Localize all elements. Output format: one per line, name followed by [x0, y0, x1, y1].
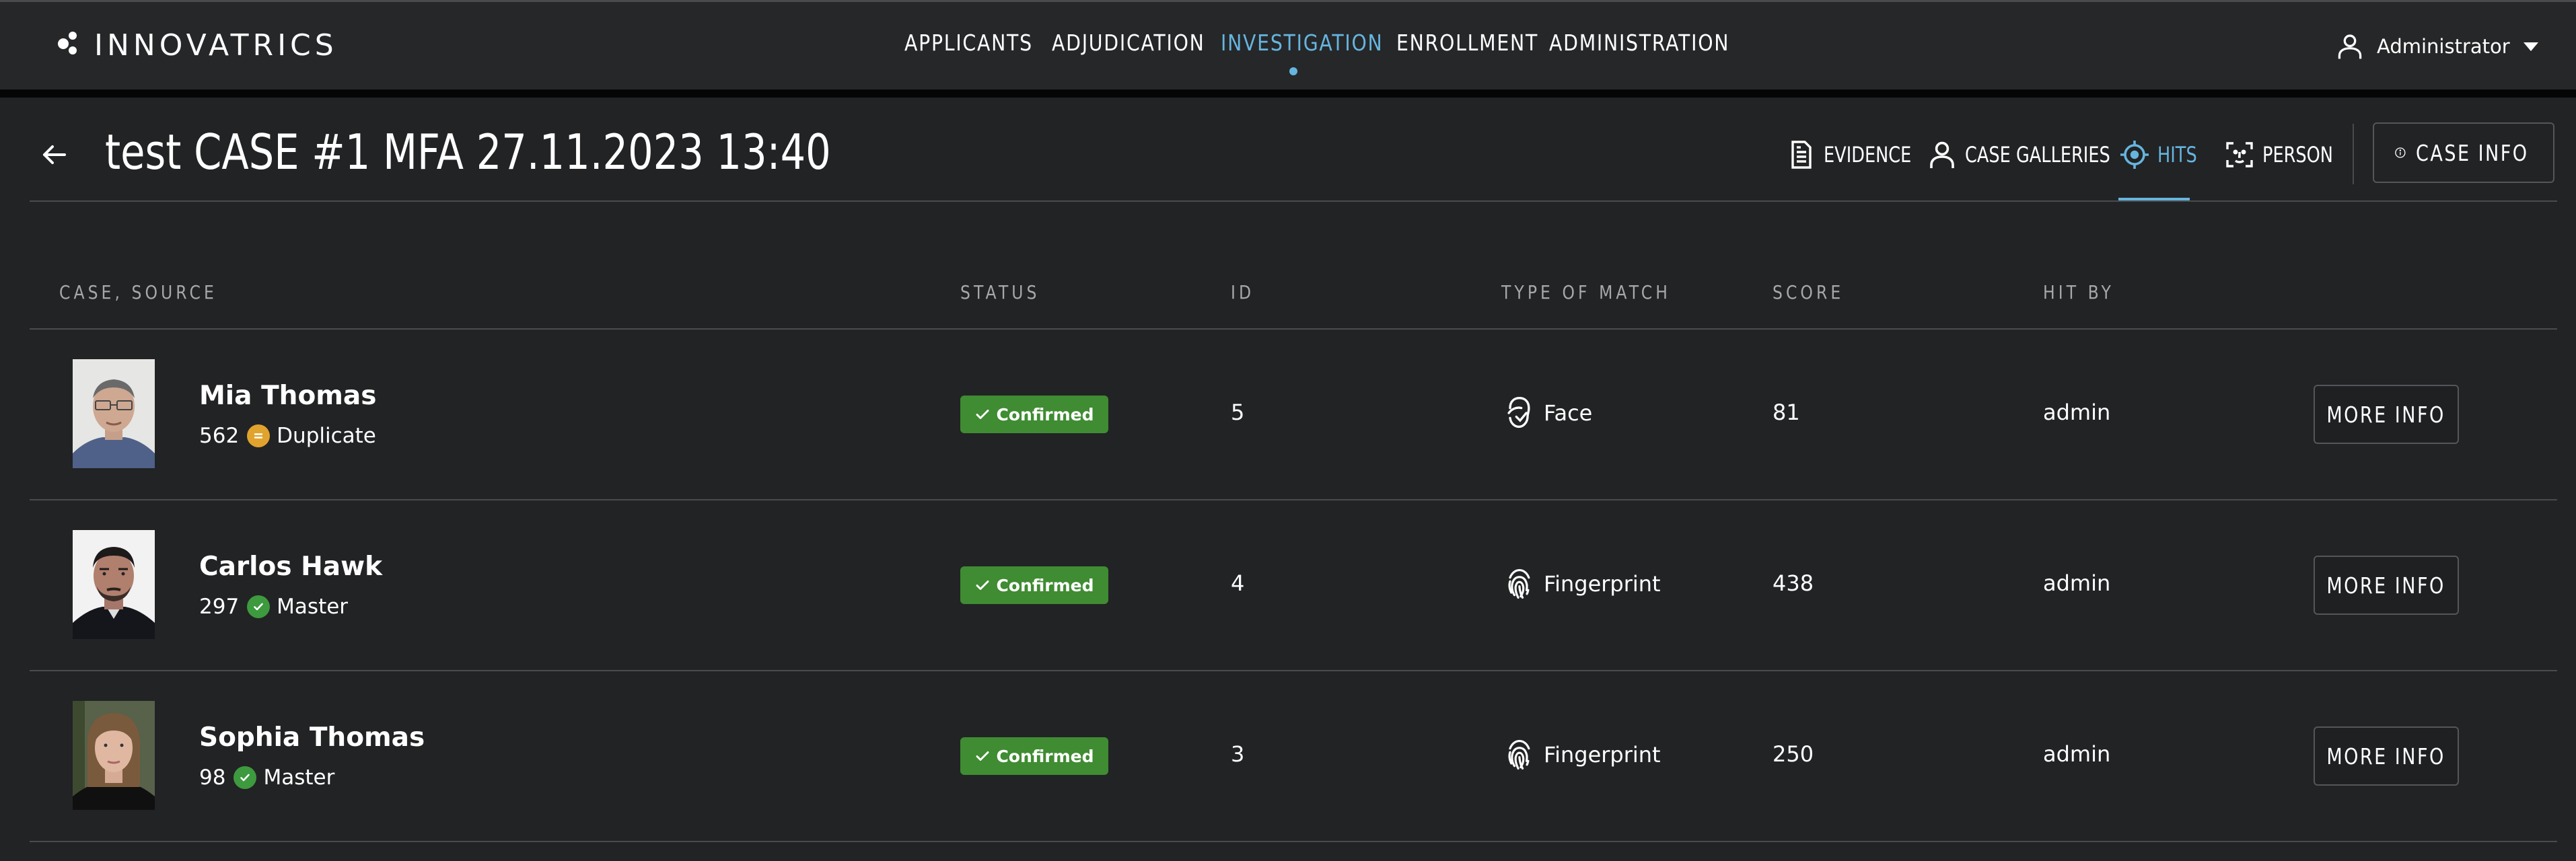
status-badge: Confirmed: [960, 396, 1108, 433]
tab-hits[interactable]: HITS: [2118, 135, 2207, 175]
tab-case-galleries[interactable]: CASE GALLERIES: [1926, 135, 2147, 175]
source-status: Duplicate: [277, 424, 376, 448]
more-info-button[interactable]: MORE INFO: [2314, 726, 2459, 786]
hit-id: 3: [1231, 741, 1245, 767]
source-info: 98 Master: [199, 765, 334, 790]
tab-person-label: PERSON: [2262, 142, 2333, 167]
case-info-label: CASE INFO: [2415, 139, 2529, 166]
status-badge-label: Confirmed: [996, 575, 1094, 595]
hit-by: admin: [2043, 570, 2111, 596]
column-header-hit-by[interactable]: HIT BY: [2043, 281, 2114, 303]
header-divider: [30, 200, 2557, 202]
hit-by: admin: [2043, 400, 2111, 425]
row-divider: [30, 841, 2557, 842]
top-bar-shadow: [0, 89, 2576, 98]
match-type-label: Fingerprint: [1544, 571, 1661, 597]
source-info: 562 Duplicate: [199, 424, 376, 448]
source-id: 297: [199, 595, 240, 619]
face-scan-icon: [2226, 142, 2253, 167]
hit-by: admin: [2043, 741, 2111, 767]
column-header-case-source[interactable]: CASE, SOURCE: [59, 281, 217, 303]
avatar: [73, 530, 155, 639]
match-type-label: Fingerprint: [1544, 742, 1661, 768]
more-info-label: MORE INFO: [2326, 743, 2446, 770]
person-name[interactable]: Carlos Hawk: [199, 552, 382, 582]
crosshair-icon: [2120, 141, 2149, 169]
hit-id: 5: [1231, 400, 1245, 425]
nav-item-administration[interactable]: ADMINISTRATION: [1549, 30, 1729, 56]
tab-case-galleries-label: CASE GALLERIES: [1965, 142, 2110, 167]
hit-score: 438: [1773, 570, 1814, 596]
user-menu[interactable]: Administrator: [2335, 30, 2538, 63]
table-row: Mia Thomas 562 Duplicate Confirmed 5 Fac…: [30, 330, 2557, 499]
column-header-score[interactable]: SCORE: [1773, 281, 1844, 303]
face-icon: [1507, 397, 1530, 428]
tab-evidence[interactable]: EVIDENCE: [1785, 135, 1933, 175]
nav-item-adjudication[interactable]: ADJUDICATION: [1052, 30, 1205, 56]
column-header-status[interactable]: STATUS: [960, 281, 1040, 303]
master-check-icon: [234, 766, 257, 789]
status-badge-label: Confirmed: [996, 746, 1094, 766]
status-badge: Confirmed: [960, 737, 1108, 775]
source-status: Master: [277, 595, 349, 619]
source-id: 562: [199, 424, 240, 448]
person-icon: [1930, 141, 1954, 168]
column-header-type-of-match[interactable]: TYPE OF MATCH: [1501, 281, 1671, 303]
fingerprint-icon: [1508, 739, 1530, 770]
match-type-label: Face: [1544, 400, 1593, 426]
table-row: Sophia Thomas 98 Master Confirmed 3 Fing…: [30, 671, 2557, 841]
document-icon: [1791, 141, 1812, 169]
master-check-icon: [247, 595, 271, 618]
person-name[interactable]: Mia Thomas: [199, 381, 376, 411]
user-icon: [2338, 34, 2362, 59]
status-badge-label: Confirmed: [996, 404, 1094, 424]
hit-score: 81: [1773, 400, 1800, 425]
page-title: test CASE #1 MFA 27.11.2023 13:40: [105, 124, 831, 180]
check-icon: [976, 410, 989, 419]
person-name[interactable]: Sophia Thomas: [199, 722, 425, 753]
tab-evidence-label: EVIDENCE: [1824, 142, 1912, 167]
table-row: Carlos Hawk 297 Master Confirmed 4 Finge…: [30, 500, 2557, 670]
check-icon: [976, 751, 989, 761]
match-type: Face: [1503, 396, 1592, 430]
case-info-button[interactable]: CASE INFO: [2373, 122, 2554, 183]
chevron-down-icon: [2523, 42, 2538, 51]
hit-score: 250: [1773, 741, 1814, 767]
check-icon: [976, 581, 989, 590]
match-type: Fingerprint: [1503, 737, 1661, 772]
more-info-button[interactable]: MORE INFO: [2314, 385, 2459, 444]
avatar: [73, 359, 155, 468]
active-nav-indicator: [1289, 67, 1297, 75]
main-navigation: APPLICANTS ADJUDICATION INVESTIGATION EN…: [0, 30, 2576, 63]
more-info-label: MORE INFO: [2326, 401, 2446, 428]
hit-id: 4: [1231, 570, 1245, 596]
nav-item-investigation[interactable]: INVESTIGATION: [1221, 30, 1384, 56]
back-arrow-icon[interactable]: [38, 139, 70, 171]
tab-person[interactable]: PERSON: [2223, 135, 2351, 175]
source-id: 98: [199, 765, 226, 790]
duplicate-status-icon: [247, 424, 271, 447]
nav-item-applicants[interactable]: APPLICANTS: [904, 30, 1033, 56]
fingerprint-icon: [1508, 568, 1530, 599]
avatar: [73, 701, 155, 810]
more-info-button[interactable]: MORE INFO: [2314, 556, 2459, 615]
info-icon: [2395, 147, 2406, 158]
source-info: 297 Master: [199, 595, 348, 619]
match-type: Fingerprint: [1503, 566, 1661, 601]
more-info-label: MORE INFO: [2326, 572, 2446, 599]
header-separator: [2353, 124, 2354, 184]
column-header-id[interactable]: ID: [1231, 281, 1254, 303]
status-badge: Confirmed: [960, 566, 1108, 604]
source-status: Master: [263, 765, 335, 790]
user-name: Administrator: [2377, 35, 2510, 58]
nav-item-enrollment[interactable]: ENROLLMENT: [1396, 30, 1538, 56]
tab-hits-label: HITS: [2157, 142, 2197, 167]
